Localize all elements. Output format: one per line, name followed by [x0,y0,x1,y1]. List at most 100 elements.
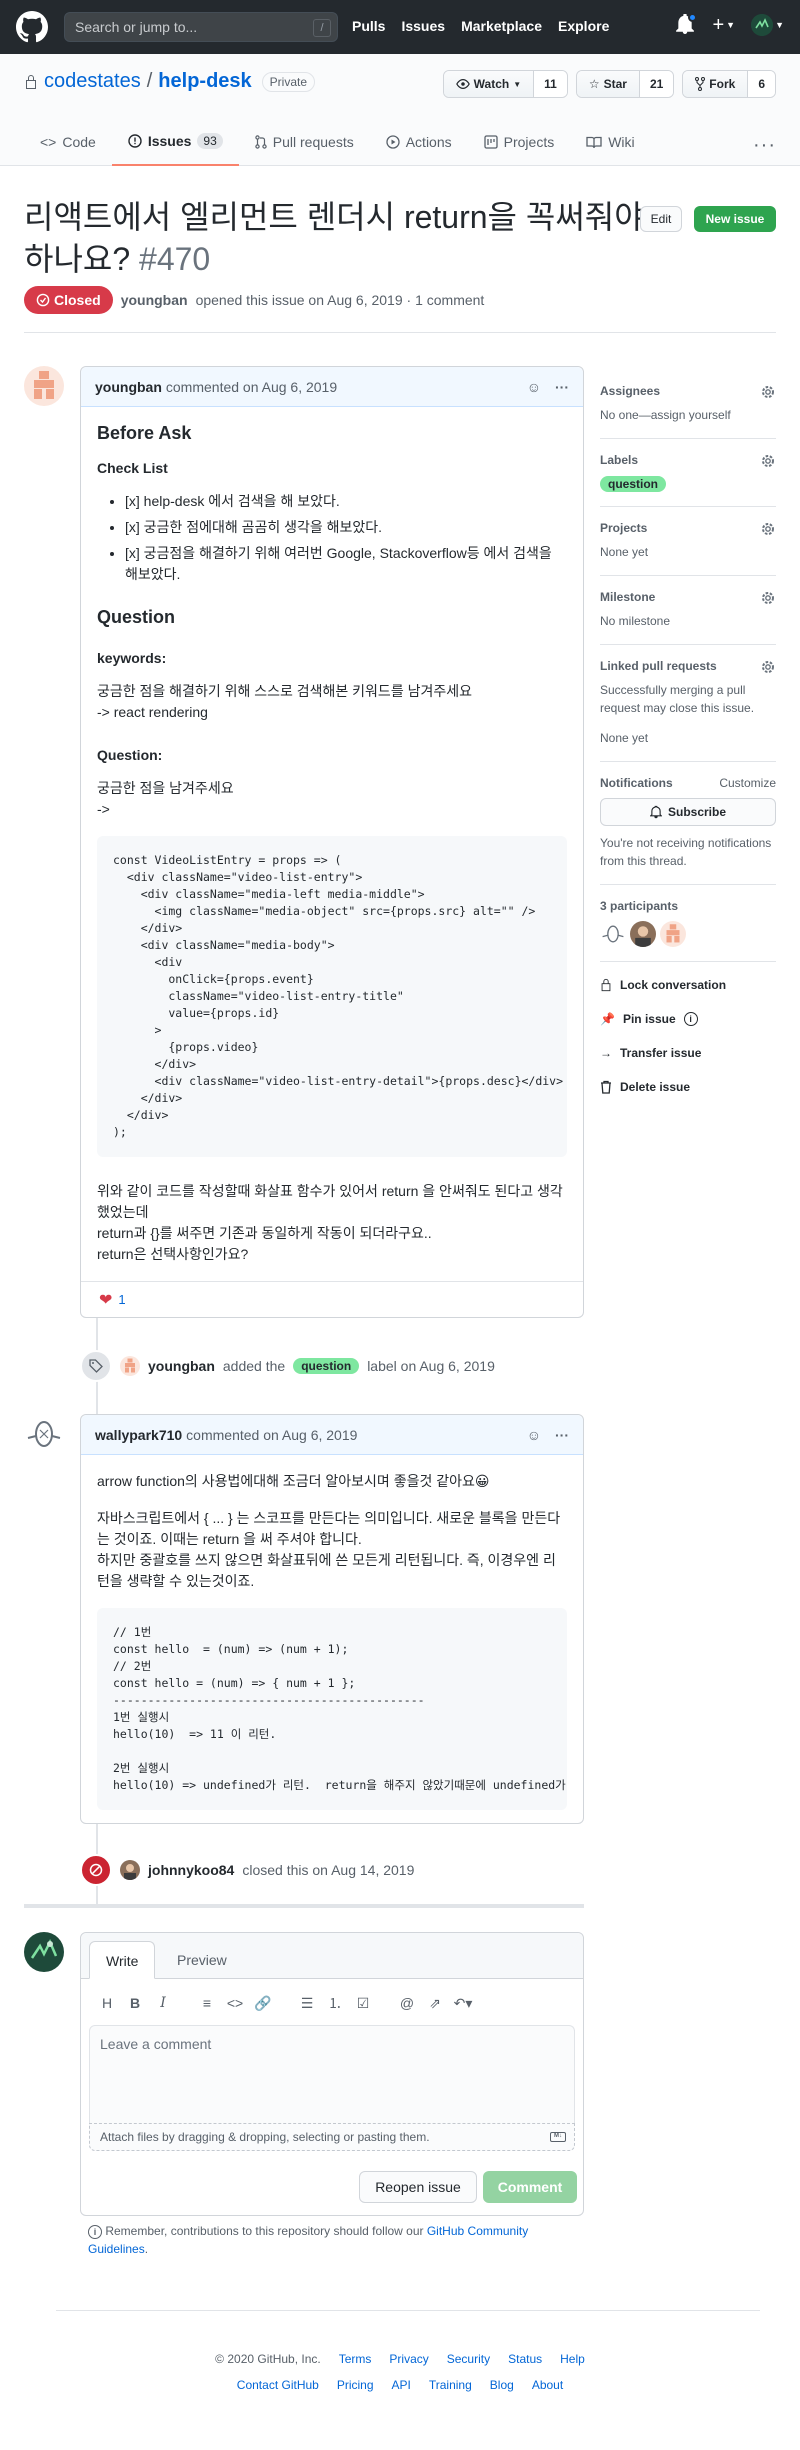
code-icon[interactable]: <> [223,1995,247,2011]
star-button[interactable]: ☆ Star [576,71,639,97]
delete-issue-button[interactable]: Delete issue [600,1070,776,1104]
avatar[interactable] [24,366,64,406]
mention-icon[interactable]: @ [395,1995,419,2011]
footer-link-about[interactable]: About [532,2378,563,2392]
tab-actions[interactable]: Actions [370,118,468,166]
star-count[interactable]: 21 [638,71,674,97]
event-actor-link[interactable]: johnnykoo84 [148,1862,234,1878]
avatar[interactable] [630,921,656,947]
current-user-avatar[interactable] [24,1932,64,1972]
search-input[interactable]: Search or jump to... / [64,12,338,42]
avatar[interactable] [24,1414,64,1454]
pin-issue-button[interactable]: 📌 Pin issue i [600,1002,776,1036]
repo-name-link[interactable]: help-desk [158,70,251,93]
kebab-icon[interactable]: ··· [555,1427,569,1443]
footer-link-training[interactable]: Training [429,2378,472,2392]
fork-count[interactable]: 6 [747,71,775,97]
question-label[interactable]: question [600,476,666,492]
nav-issues[interactable]: Issues [401,18,445,34]
quote-icon[interactable]: ≡ [195,1995,219,2011]
question-label[interactable]: question [293,1358,360,1374]
milestone-title[interactable]: Milestone [600,590,776,604]
reply-icon[interactable]: ↶▾ [451,1995,475,2012]
avatar[interactable] [120,1356,140,1376]
customize-link[interactable]: Customize [719,776,776,790]
avatar[interactable] [120,1860,140,1880]
lock-conversation-button[interactable]: Lock conversation [600,968,776,1002]
smiley-icon[interactable]: ☺ [527,1427,541,1443]
labels-title[interactable]: Labels [600,453,776,467]
italic-icon[interactable]: I [151,1995,175,2011]
numbered-list-icon[interactable]: ⒈ [323,1993,347,2013]
comment-submit-button[interactable]: Comment [483,2171,577,2203]
watch-button[interactable]: Watch ▼ [443,71,534,97]
repo-owner-link[interactable]: codestates [44,70,141,93]
bell-icon [649,805,662,819]
footer-link-privacy[interactable]: Privacy [389,2352,428,2366]
tab-wiki[interactable]: Wiki [570,118,650,166]
event-actor-link[interactable]: youngban [148,1358,215,1374]
nav-explore[interactable]: Explore [558,18,609,34]
edit-title-button[interactable]: Edit [640,206,682,232]
bold-icon[interactable]: B [123,1995,147,2011]
projects-title[interactable]: Projects [600,521,776,535]
comment-timestamp[interactable]: commented on Aug 6, 2019 [166,379,337,395]
kebab-icon[interactable]: ··· [555,379,569,395]
footer-link-terms[interactable]: Terms [339,2352,372,2366]
tab-write[interactable]: Write [89,1941,156,1979]
more-options-icon[interactable]: ··· [753,134,776,157]
heart-reaction-button[interactable]: ❤ 1 [95,1288,130,1312]
gear-icon[interactable] [760,521,776,537]
cross-reference-icon[interactable]: ⇗ [423,1995,447,2012]
gear-icon[interactable] [760,590,776,606]
global-nav: Pulls Issues Marketplace Explore [352,18,609,34]
notifications-bell-icon[interactable] [676,13,698,36]
avatar[interactable] [600,921,626,947]
assignees-title[interactable]: Assignees [600,384,776,398]
comment-timestamp[interactable]: commented on Aug 6, 2019 [186,1427,357,1443]
link-icon[interactable]: 🔗 [251,1995,275,2012]
tab-projects[interactable]: Projects [468,118,571,166]
footer-link-help[interactable]: Help [560,2352,585,2366]
tab-pull-requests[interactable]: Pull requests [239,118,370,166]
footer-link-security[interactable]: Security [447,2352,490,2366]
gear-icon[interactable] [760,659,776,675]
gear-icon[interactable] [760,384,776,400]
gear-icon[interactable] [760,453,776,469]
file-attach-dropzone[interactable]: Attach files by dragging & dropping, sel… [89,2123,575,2151]
footer-link-status[interactable]: Status [508,2352,542,2366]
issue-author-link[interactable]: youngban [121,292,188,308]
tab-code[interactable]: <> Code [24,118,112,166]
comment-author-link[interactable]: youngban [95,379,162,395]
fork-button[interactable]: Fork [683,71,748,97]
task-list-icon[interactable]: ☑ [351,1995,375,2012]
heading-icon[interactable]: H [95,1995,119,2011]
reopen-issue-button[interactable]: Reopen issue [359,2171,477,2203]
watch-count[interactable]: 11 [533,71,567,97]
create-new-menu[interactable]: + ▼ [712,14,735,36]
avatar[interactable] [660,921,686,947]
github-logo-icon[interactable] [16,11,48,43]
markdown-icon[interactable]: M↓ [550,2132,566,2142]
footer-link-pricing[interactable]: Pricing [337,2378,374,2392]
tab-issues[interactable]: Issues 93 [111,118,239,166]
linked-prs-title[interactable]: Linked pull requests [600,659,776,673]
transfer-issue-button[interactable]: → Transfer issue [600,1036,776,1070]
subscribe-button[interactable]: Subscribe [600,798,776,826]
comment-author-link[interactable]: wallypark710 [95,1427,182,1443]
assignees-value[interactable]: No one—assign yourself [600,406,776,424]
new-issue-button[interactable]: New issue [694,206,776,232]
issues-count-badge: 93 [197,133,223,149]
smiley-icon[interactable]: ☺ [527,379,541,395]
nav-marketplace[interactable]: Marketplace [461,18,542,34]
user-menu[interactable]: ▼ [751,14,784,36]
heart-icon: ❤ [99,1291,113,1309]
footer-link-api[interactable]: API [392,2378,411,2392]
footer-link-contact[interactable]: Contact GitHub [237,2378,319,2392]
comment-textarea[interactable]: Leave a comment [89,2025,575,2123]
info-icon[interactable]: i [683,1012,698,1026]
bulleted-list-icon[interactable]: ☰ [295,1995,319,2012]
footer-link-blog[interactable]: Blog [490,2378,514,2392]
nav-pulls[interactable]: Pulls [352,18,385,34]
tab-preview[interactable]: Preview [161,1941,243,1979]
